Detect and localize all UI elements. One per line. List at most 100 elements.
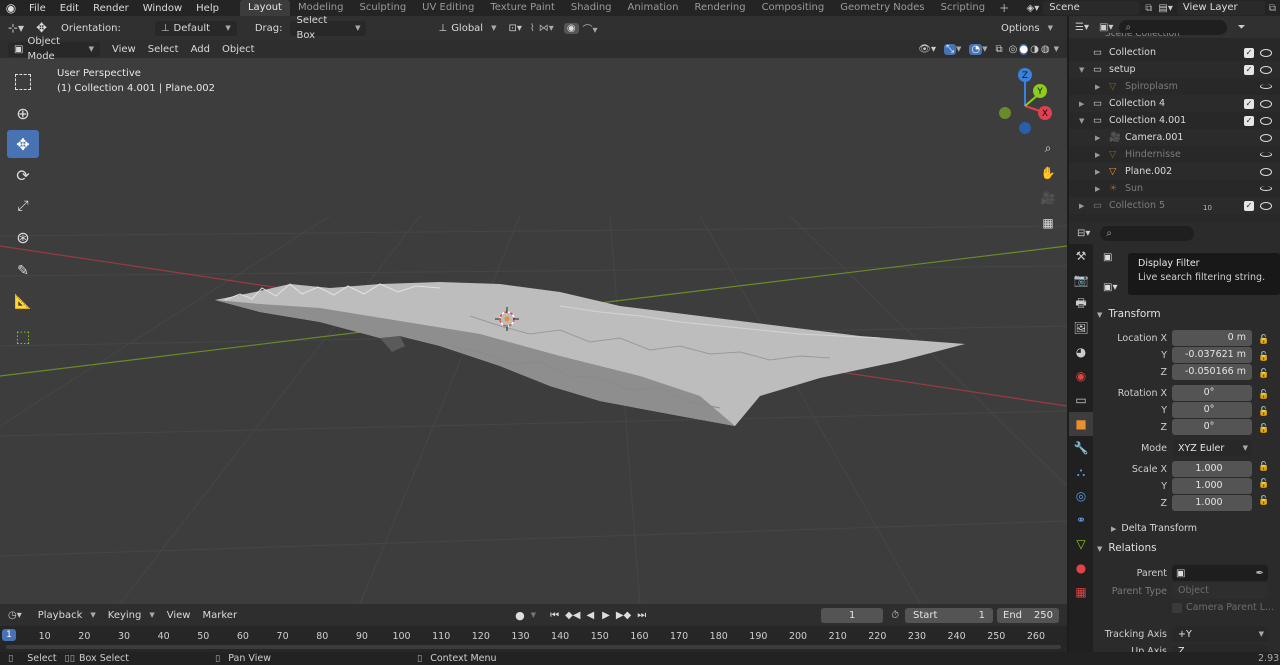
jump-start-icon[interactable]: ⏮ xyxy=(550,610,559,621)
outliner-row[interactable]: ▶ ☀ Sun xyxy=(1069,180,1280,197)
tab-sculpting[interactable]: Sculpting xyxy=(351,0,414,16)
hidden-eye-icon[interactable] xyxy=(1260,152,1272,157)
outliner-row[interactable]: ▼ ▭ setup ✓ xyxy=(1069,61,1280,78)
tab-animation[interactable]: Animation xyxy=(620,0,687,16)
relations-panel-header[interactable]: ▼ Relations xyxy=(1097,538,1280,558)
tab-compositing[interactable]: Compositing xyxy=(754,0,833,16)
prev-keyframe-icon[interactable]: ◆◀ xyxy=(565,610,580,621)
outliner-row[interactable]: ▶ ▭ Collection 4 ✓ xyxy=(1069,95,1280,112)
end-frame-field[interactable]: End 250 xyxy=(997,607,1059,623)
menu-file[interactable]: File xyxy=(22,3,53,14)
data-tab-icon[interactable]: ▽ xyxy=(1069,532,1093,556)
outliner-row[interactable]: ▶ 🎥 Camera.001 xyxy=(1069,129,1280,146)
object-data-icon[interactable]: ▣▾ xyxy=(1103,282,1117,293)
exclude-checkbox[interactable]: ✓ xyxy=(1244,115,1254,126)
scene-copy-icon[interactable]: ⧉ xyxy=(1145,3,1152,14)
expand-arrow-icon[interactable]: ▶ xyxy=(1095,185,1100,193)
outliner-editor-icon[interactable]: ☰▾ xyxy=(1075,22,1089,33)
next-keyframe-icon[interactable]: ▶◆ xyxy=(616,610,631,621)
eyedropper-icon[interactable]: ✒ xyxy=(1256,568,1264,579)
overlays-dropdown-icon[interactable]: ▼ xyxy=(982,45,987,53)
proportional-edit-icon[interactable]: ◉ xyxy=(563,22,579,34)
output-tab-icon[interactable]: 🖶 xyxy=(1069,292,1093,316)
location-x-field[interactable]: 0 m xyxy=(1172,330,1252,346)
eye-icon[interactable] xyxy=(1260,65,1272,74)
collection-tab-icon[interactable]: ▭ xyxy=(1069,388,1093,412)
camera-view-icon[interactable]: 🎥 xyxy=(1038,188,1058,208)
view-layer-icon[interactable]: ▤▾ xyxy=(1158,3,1172,14)
scene-tab-icon[interactable]: ◕ xyxy=(1069,340,1093,364)
menu-select[interactable]: Select xyxy=(142,44,185,55)
material-tab-icon[interactable]: ● xyxy=(1069,556,1093,580)
render-tab-icon[interactable]: 📷 xyxy=(1069,268,1093,292)
overlays-icon[interactable]: ◔ xyxy=(969,43,983,55)
rotation-mode-dropdown[interactable]: XYZ Euler ▼ xyxy=(1172,440,1252,456)
material-shading-icon[interactable]: ◑ xyxy=(1030,44,1039,55)
proportional-falloff-icon[interactable]: ⌒▾ xyxy=(583,21,598,36)
eye-icon[interactable] xyxy=(1260,99,1272,108)
tab-scripting[interactable]: Scripting xyxy=(933,0,993,16)
snap-target-icon[interactable]: ⋈▾ xyxy=(539,23,554,34)
play-reverse-icon[interactable]: ◀ xyxy=(586,610,594,621)
outliner-row[interactable]: ▭ Collection ✓ xyxy=(1069,44,1280,61)
outliner-row[interactable]: ▶ ▽ Hindernisse xyxy=(1069,146,1280,163)
measure-tool-icon[interactable]: 📐 xyxy=(7,288,39,316)
outliner-row[interactable]: ▶ ▽ Plane.002 xyxy=(1069,163,1280,180)
expand-arrow-icon[interactable]: ▶ xyxy=(1095,134,1100,142)
tab-uv-editing[interactable]: UV Editing xyxy=(414,0,482,16)
navigation-gizmo[interactable]: Z Y X xyxy=(995,66,1059,136)
lock-icon[interactable]: 🔓 xyxy=(1258,404,1270,421)
eye-icon[interactable] xyxy=(1260,48,1272,57)
pan-hand-icon[interactable]: ✋ xyxy=(1038,163,1058,183)
menu-add[interactable]: Add xyxy=(185,44,216,55)
scale-x-field[interactable]: 1.000 xyxy=(1172,461,1252,477)
orientation-dropdown[interactable]: ⊥ Default ▼ xyxy=(154,20,237,36)
properties-editor-icon[interactable]: ⊟▾ xyxy=(1077,228,1090,239)
object-tab-icon[interactable]: ■ xyxy=(1069,412,1093,436)
scale-tool-icon[interactable]: ⤢ xyxy=(7,192,39,220)
cursor-tool-icon[interactable]: ⊕ xyxy=(7,99,39,127)
lock-icon[interactable]: 🔓 xyxy=(1258,459,1270,476)
menu-render[interactable]: Render xyxy=(86,3,136,14)
eye-icon[interactable] xyxy=(1260,167,1272,176)
zoom-icon[interactable]: ⌕ xyxy=(1038,138,1058,158)
modifier-tab-icon[interactable]: 🔧 xyxy=(1069,436,1093,460)
wireframe-shading-icon[interactable]: ◎ xyxy=(1009,44,1018,55)
outliner-row[interactable]: ▶ ▭ Collection 5 10 ✓ xyxy=(1069,197,1280,214)
playhead[interactable]: 1 xyxy=(2,629,16,641)
view-layer-field[interactable]: View Layer xyxy=(1176,1,1265,15)
timeline-scrollbar[interactable] xyxy=(6,645,1061,649)
outliner-row[interactable]: ▼ ▭ Collection 4.001 ✓ xyxy=(1069,112,1280,129)
eye-icon[interactable] xyxy=(1260,116,1272,125)
menu-window[interactable]: Window xyxy=(136,3,189,14)
expand-arrow-icon[interactable]: ▶ xyxy=(1095,168,1100,176)
annotate-tool-icon[interactable]: ✎ xyxy=(7,257,39,285)
rotate-tool-icon[interactable]: ⟳ xyxy=(7,161,39,189)
blender-logo-icon[interactable]: ◉ xyxy=(0,1,22,15)
constraints-tab-icon[interactable]: ⚭ xyxy=(1069,508,1093,532)
view-layer-tab-icon[interactable]: 🖼 xyxy=(1069,316,1093,340)
scene-name-field[interactable]: Scene xyxy=(1043,1,1140,15)
menu-help[interactable]: Help xyxy=(189,3,226,14)
lock-icon[interactable]: 🔓 xyxy=(1258,387,1270,404)
parent-field[interactable]: ▣ ✒ xyxy=(1172,565,1268,581)
drag-dropdown[interactable]: Select Box ▼ xyxy=(290,16,367,41)
scale-y-field[interactable]: 1.000 xyxy=(1172,478,1252,494)
transform-tool-icon[interactable]: ⊛ xyxy=(7,223,39,251)
scale-z-field[interactable]: 1.000 xyxy=(1172,495,1252,511)
hidden-eye-icon[interactable] xyxy=(1260,186,1272,191)
shading-dropdown-icon[interactable]: ▼ xyxy=(1054,45,1059,53)
tool-tab-icon[interactable]: ⚒ xyxy=(1069,244,1093,268)
tab-shading[interactable]: Shading xyxy=(563,0,620,16)
lock-icon[interactable]: 🔓 xyxy=(1258,332,1270,349)
timeline-view-menu[interactable]: View xyxy=(161,610,197,621)
exclude-checkbox[interactable]: ✓ xyxy=(1244,200,1254,211)
outliner-row[interactable]: ▶ ▽ Spiroplasm xyxy=(1069,78,1280,95)
world-tab-icon[interactable]: ◉ xyxy=(1069,364,1093,388)
playback-menu[interactable]: Playback ▼ xyxy=(32,608,102,623)
gizmo-toggle-icon[interactable]: ⤡ xyxy=(944,43,957,55)
transform-orientation-dropdown[interactable]: ⊥ Global ▼ xyxy=(432,20,503,36)
tab-modeling[interactable]: Modeling xyxy=(290,0,352,16)
lock-icon[interactable]: 🔓 xyxy=(1258,366,1270,383)
particles-tab-icon[interactable]: ⛬ xyxy=(1069,460,1093,484)
